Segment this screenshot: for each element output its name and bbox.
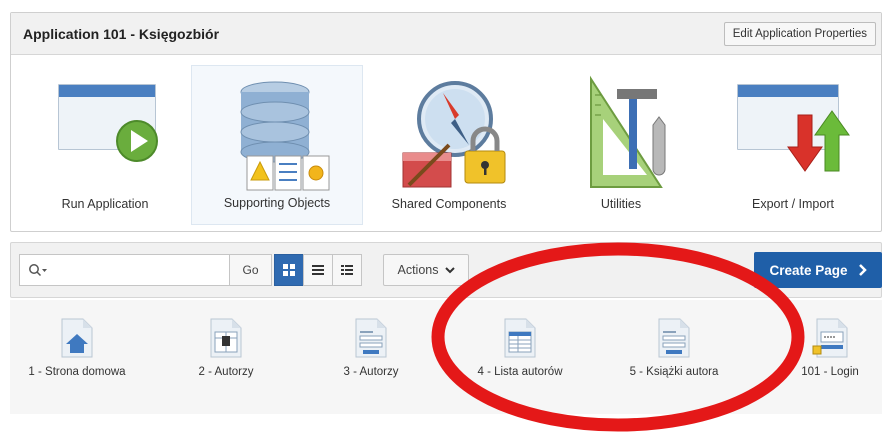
tile-utilities[interactable]: Utilities — [535, 65, 707, 225]
supporting-objects-icon — [240, 81, 330, 191]
form-page-icon — [355, 318, 387, 358]
page-label: 101 - Login — [801, 366, 859, 378]
run-application-icon — [58, 84, 158, 162]
page-label: 3 - Autorzy — [343, 366, 399, 378]
shared-components-icon — [402, 81, 506, 188]
blank-page-icon — [210, 318, 242, 358]
page-item[interactable]: 3 - Autorzy — [301, 318, 441, 408]
icon-view-button[interactable] — [274, 254, 304, 286]
go-button[interactable]: Go — [229, 254, 272, 286]
page-label: 2 - Autorzy — [198, 366, 254, 378]
tile-label: Supporting Objects — [223, 196, 331, 210]
create-page-button[interactable]: Create Page — [754, 252, 882, 288]
create-page-label: Create Page — [769, 262, 848, 278]
grid-icon — [283, 264, 295, 276]
page-item[interactable]: 101 - Login — [760, 318, 885, 408]
pages-toolbar: Go Actions Create Page — [10, 242, 882, 298]
detail-view-button[interactable] — [332, 254, 362, 286]
tile-run-application[interactable]: Run Application — [19, 65, 191, 225]
tile-shared-components[interactable]: Shared Components — [363, 65, 535, 225]
search-field[interactable] — [19, 254, 229, 286]
chevron-down-icon — [444, 267, 455, 274]
export-import-icon — [737, 84, 850, 172]
page-item[interactable]: 1 - Strona domowa — [7, 318, 147, 408]
edit-application-properties-button[interactable]: Edit Application Properties — [723, 21, 876, 46]
utilities-icon — [590, 75, 666, 188]
application-title: Application 101 - Księgozbiór — [23, 25, 220, 42]
page-item[interactable]: 4 - Lista autorów — [450, 318, 590, 408]
tile-label: Run Application — [61, 197, 149, 211]
tile-supporting-objects[interactable]: Supporting Objects — [191, 65, 363, 225]
application-tiles: Run Application Supporting Objects Share… — [11, 55, 881, 231]
page-label: 1 - Strona domowa — [28, 366, 126, 378]
application-header: Application 101 - Księgozbiór Edit Appli… — [11, 13, 881, 55]
detail-list-icon — [341, 265, 353, 275]
search-icon[interactable] — [28, 263, 48, 277]
tile-label: Utilities — [600, 197, 642, 211]
form-page-icon — [658, 318, 690, 358]
login-page-icon — [812, 318, 848, 358]
actions-label: Actions — [397, 263, 439, 277]
application-region: Application 101 - Księgozbiór Edit Appli… — [10, 12, 882, 232]
page-item[interactable]: 2 - Autorzy — [156, 318, 296, 408]
home-page-icon — [61, 318, 93, 358]
list-icon — [312, 265, 324, 275]
tile-label: Export / Import — [752, 197, 834, 211]
report-view-button[interactable] — [303, 254, 333, 286]
chevron-right-icon — [858, 264, 867, 276]
pages-list: 1 - Strona domowa 2 - Autorzy 3 - Autorz… — [10, 300, 882, 414]
page-label: 4 - Lista autorów — [477, 366, 563, 378]
search-input[interactable] — [54, 263, 214, 277]
view-mode-group — [274, 254, 362, 286]
page-item[interactable]: 5 - Książki autora — [604, 318, 744, 408]
page-label: 5 - Książki autora — [629, 366, 719, 378]
tile-export-import[interactable]: Export / Import — [707, 65, 879, 225]
tile-label: Shared Components — [391, 197, 507, 211]
report-page-icon — [504, 318, 536, 358]
actions-menu-button[interactable]: Actions — [383, 254, 469, 286]
